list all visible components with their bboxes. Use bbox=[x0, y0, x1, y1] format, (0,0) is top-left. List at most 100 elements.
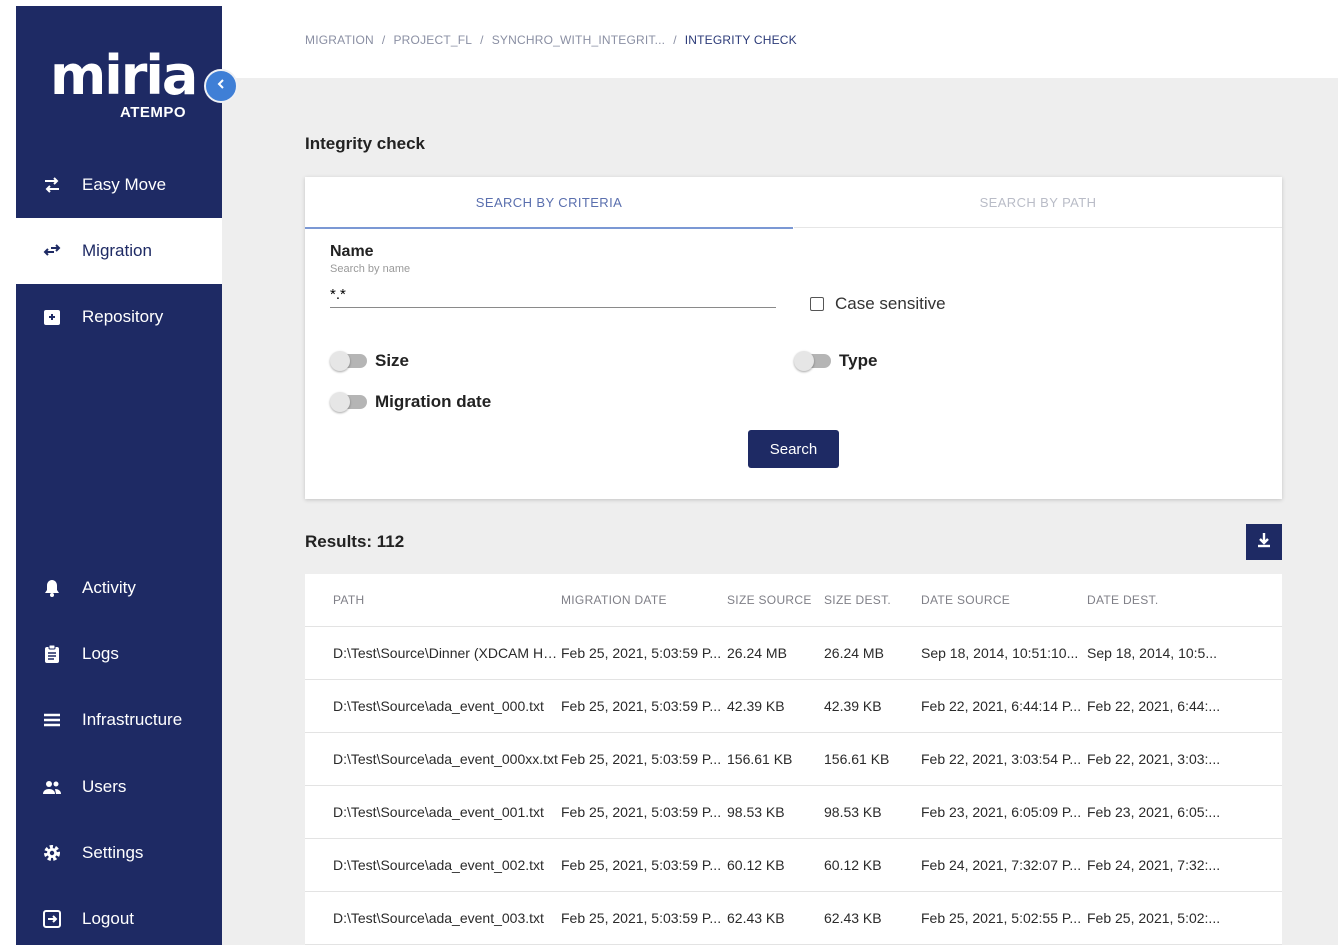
cell-path: D:\Test\Source\ada_event_003.txt bbox=[333, 910, 544, 926]
table-row[interactable]: D:\Test\Source\ada_event_002.txt Feb 25,… bbox=[305, 839, 1282, 892]
sidebar-item-users[interactable]: Users bbox=[16, 754, 222, 820]
toggle-knob bbox=[330, 351, 350, 371]
cell-migration-date: Feb 25, 2021, 5:03:59 P... bbox=[561, 751, 722, 767]
collapse-sidebar-button[interactable] bbox=[204, 69, 238, 103]
search-button[interactable]: Search bbox=[748, 430, 839, 468]
users-icon bbox=[40, 775, 64, 799]
table-row[interactable]: D:\Test\Source\ada_event_000xx.txt Feb 2… bbox=[305, 733, 1282, 786]
table-row[interactable]: D:\Test\Source\Dinner (XDCAM HD... Feb 2… bbox=[305, 627, 1282, 680]
name-search-input[interactable] bbox=[330, 281, 776, 308]
breadcrumb-separator: / bbox=[673, 33, 677, 47]
cell-path: D:\Test\Source\ada_event_000xx.txt bbox=[333, 751, 558, 767]
sidebar-item-infrastructure[interactable]: Infrastructure bbox=[16, 687, 222, 753]
cell-size-source: 60.12 KB bbox=[727, 857, 785, 873]
case-sensitive-label: Case sensitive bbox=[835, 294, 946, 313]
list-icon bbox=[40, 708, 64, 732]
breadcrumb: MIGRATION / PROJECT_FL / SYNCHRO_WITH_INTEGR… bbox=[305, 33, 797, 47]
breadcrumb-item-project[interactable]: PROJECT_FL bbox=[393, 33, 472, 47]
bell-icon bbox=[40, 576, 64, 600]
cell-path: D:\Test\Source\ada_event_002.txt bbox=[333, 857, 544, 873]
table-row[interactable]: D:\Test\Source\ada_event_001.txt Feb 25,… bbox=[305, 786, 1282, 839]
cell-migration-date: Feb 25, 2021, 5:03:59 P... bbox=[561, 910, 722, 926]
cell-size-dest: 156.61 KB bbox=[824, 751, 890, 767]
sidebar-item-logs[interactable]: Logs bbox=[16, 621, 222, 687]
cell-size-source: 62.43 KB bbox=[727, 910, 785, 926]
download-button[interactable] bbox=[1246, 524, 1282, 560]
column-header-size-source[interactable]: SIZE SOURCE bbox=[727, 593, 824, 607]
clipboard-icon bbox=[40, 642, 64, 666]
column-header-migration-date[interactable]: MIGRATION DATE bbox=[561, 593, 727, 607]
sidebar-item-label: Activity bbox=[82, 578, 136, 597]
column-header-size-dest[interactable]: SIZE DEST. bbox=[824, 593, 921, 607]
breadcrumb-item-synchro[interactable]: SYNCHRO_WITH_INTEGRIT... bbox=[492, 33, 665, 47]
gear-icon bbox=[40, 841, 64, 865]
cell-date-source: Sep 18, 2014, 10:51:10... bbox=[921, 645, 1079, 661]
sidebar-item-label: Users bbox=[82, 777, 127, 796]
sidebar-item-label: Migration bbox=[82, 241, 152, 260]
tab-search-by-criteria[interactable]: SEARCH BY CRITERIA bbox=[305, 177, 793, 229]
cell-size-dest: 98.53 KB bbox=[824, 804, 882, 820]
cell-date-source: Feb 24, 2021, 7:32:07 P... bbox=[921, 857, 1082, 873]
cell-migration-date: Feb 25, 2021, 5:03:59 P... bbox=[561, 645, 722, 661]
main-content: Integrity check SEARCH BY CRITERIA SEARC… bbox=[222, 78, 1338, 945]
cell-path: D:\Test\Source\ada_event_001.txt bbox=[333, 804, 544, 820]
migration-date-toggle[interactable] bbox=[330, 392, 367, 412]
sidebar-item-logout[interactable]: Logout bbox=[16, 886, 222, 952]
sidebar-item-label: Easy Move bbox=[82, 175, 167, 194]
cell-size-source: 26.24 MB bbox=[727, 645, 787, 661]
cell-path: D:\Test\Source\ada_event_000.txt bbox=[333, 698, 544, 714]
sidebar-item-easy-move[interactable]: Easy Move bbox=[16, 152, 222, 218]
logo-subtitle: ATEMPO bbox=[120, 104, 187, 121]
cell-date-dest: Feb 22, 2021, 3:03:... bbox=[1087, 751, 1221, 767]
column-header-path[interactable]: PATH bbox=[305, 593, 561, 607]
case-sensitive-checkbox[interactable] bbox=[810, 297, 824, 311]
column-header-date-dest[interactable]: DATE DEST. bbox=[1087, 593, 1237, 607]
cell-size-source: 98.53 KB bbox=[727, 804, 785, 820]
cell-date-source: Feb 23, 2021, 6:05:09 P... bbox=[921, 804, 1082, 820]
column-header-date-source[interactable]: DATE SOURCE bbox=[921, 593, 1087, 607]
cell-date-dest: Feb 22, 2021, 6:44:... bbox=[1087, 698, 1221, 714]
name-hint: Search by name bbox=[330, 263, 411, 275]
results-table: PATH MIGRATION DATE SIZE SOURCE SIZE DES… bbox=[305, 574, 1282, 945]
tab-search-by-path[interactable]: SEARCH BY PATH bbox=[794, 177, 1282, 228]
top-bar: MIGRATION / PROJECT_FL / SYNCHRO_WITH_INTEGR… bbox=[222, 6, 1338, 78]
table-header: PATH MIGRATION DATE SIZE SOURCE SIZE DES… bbox=[305, 574, 1282, 627]
search-card: SEARCH BY CRITERIA SEARCH BY PATH Name S… bbox=[305, 177, 1282, 499]
breadcrumb-item-migration[interactable]: MIGRATION bbox=[305, 33, 374, 47]
name-label: Name bbox=[330, 243, 374, 260]
swap-arrows-icon bbox=[40, 173, 64, 197]
migration-date-toggle-label: Migration date bbox=[375, 392, 492, 411]
cell-size-dest: 26.24 MB bbox=[824, 645, 884, 661]
toggle-knob bbox=[330, 392, 350, 412]
table-row[interactable]: D:\Test\Source\ada_event_003.txt Feb 25,… bbox=[305, 892, 1282, 945]
sidebar-item-settings[interactable]: Settings bbox=[16, 820, 222, 886]
results-count: Results: 112 bbox=[305, 532, 405, 551]
cell-date-dest: Sep 18, 2014, 10:5... bbox=[1087, 645, 1217, 661]
sidebar-item-label: Settings bbox=[82, 843, 144, 862]
cell-size-source: 156.61 KB bbox=[727, 751, 793, 767]
sidebar-item-label: Infrastructure bbox=[82, 710, 183, 729]
chevron-left-icon bbox=[215, 77, 227, 95]
cell-size-dest: 60.12 KB bbox=[824, 857, 882, 873]
type-toggle[interactable] bbox=[794, 351, 831, 371]
breadcrumb-separator: / bbox=[381, 33, 386, 47]
cell-date-dest: Feb 24, 2021, 7:32:... bbox=[1087, 857, 1221, 873]
cell-path: D:\Test\Source\Dinner (XDCAM HD... bbox=[333, 645, 561, 661]
sidebar-item-label: Logout bbox=[82, 909, 134, 928]
sidebar-item-migration[interactable]: Migration bbox=[16, 218, 222, 284]
sidebar-item-repository[interactable]: Repository bbox=[16, 284, 222, 350]
table-row[interactable]: D:\Test\Source\ada_event_000.txt Feb 25,… bbox=[305, 680, 1282, 733]
breadcrumb-separator: / bbox=[480, 33, 484, 47]
cell-date-source: Feb 25, 2021, 5:02:55 P... bbox=[921, 910, 1082, 926]
cell-migration-date: Feb 25, 2021, 5:03:59 P... bbox=[561, 857, 722, 873]
sidebar: miria ATEMPO Easy Move Migration Reposit… bbox=[16, 6, 222, 945]
size-toggle[interactable] bbox=[330, 351, 367, 371]
miria-logo: miria ATEMPO bbox=[50, 36, 198, 126]
toggle-knob bbox=[794, 351, 814, 371]
sidebar-item-label: Repository bbox=[82, 307, 164, 326]
logout-icon bbox=[40, 907, 64, 931]
sidebar-item-activity[interactable]: Activity bbox=[16, 555, 222, 621]
cell-migration-date: Feb 25, 2021, 5:03:59 P... bbox=[561, 698, 722, 714]
cell-size-dest: 42.39 KB bbox=[824, 698, 882, 714]
breadcrumb-current: INTEGRITY CHECK bbox=[684, 33, 797, 47]
